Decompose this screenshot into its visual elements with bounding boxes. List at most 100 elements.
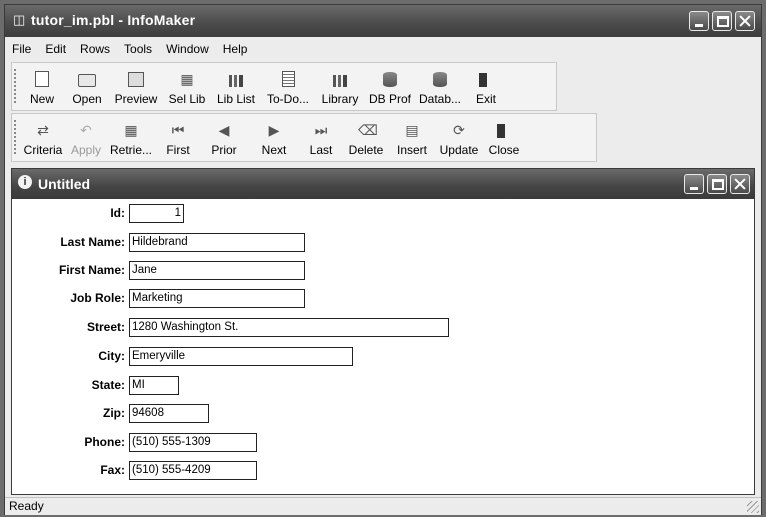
phone-field[interactable]: (510) 555-1309: [129, 432, 257, 452]
street-row: Street: 1280 Washington St.: [12, 316, 449, 338]
menu-window[interactable]: Window: [159, 38, 216, 60]
last-record-icon: ⏭: [314, 122, 328, 138]
info-icon[interactable]: i: [18, 175, 32, 189]
apply-button[interactable]: ↶ Apply: [67, 114, 105, 161]
library-list-icon: [229, 75, 243, 87]
new-button[interactable]: New: [19, 63, 65, 110]
title-bar[interactable]: ◫ tutor_im.pbl - InfoMaker: [5, 5, 761, 37]
first-name-row: First Name: Jane: [12, 259, 305, 281]
last-name-row: Last Name: Hildebrand: [12, 231, 305, 253]
apply-icon: ↶: [80, 122, 92, 138]
city-label: City:: [98, 349, 125, 363]
id-row: Id: 1: [12, 202, 184, 224]
last-button[interactable]: ⏭ Last: [299, 114, 343, 161]
database-icon: [433, 72, 447, 87]
document-close-button[interactable]: [730, 174, 750, 194]
zip-field[interactable]: 94608: [129, 403, 209, 423]
select-library-icon: ▦: [180, 71, 194, 87]
status-bar: Ready: [5, 497, 761, 515]
phone-label: Phone:: [84, 435, 125, 449]
city-field[interactable]: Emeryville: [129, 346, 353, 366]
fax-field[interactable]: (510) 555-4209: [129, 460, 257, 480]
document-title: Untitled: [38, 176, 91, 192]
next-button[interactable]: ▶ Next: [249, 114, 299, 161]
document-maximize-button[interactable]: [707, 174, 727, 194]
first-name-label: First Name:: [58, 263, 125, 277]
maximize-button[interactable]: [712, 11, 732, 31]
todo-list-icon: [281, 71, 295, 87]
lib-list-button[interactable]: Lib List: [211, 63, 261, 110]
insert-icon: ▤: [405, 122, 419, 138]
menu-bar: File Edit Rows Tools Window Help: [5, 38, 761, 60]
first-name-field[interactable]: Jane: [129, 260, 305, 280]
menu-edit[interactable]: Edit: [38, 38, 73, 60]
window-title: tutor_im.pbl - InfoMaker: [31, 12, 196, 28]
close-icon: [497, 124, 505, 138]
prior-button[interactable]: ◀ Prior: [199, 114, 249, 161]
city-row: City: Emeryville: [12, 345, 353, 367]
menu-file[interactable]: File: [5, 38, 38, 60]
document-window: i Untitled Id: 1 Last Name: Hildebrand F…: [11, 168, 755, 495]
first-button[interactable]: ⏮ First: [157, 114, 199, 161]
close-window-button[interactable]: [735, 11, 755, 31]
open-folder-icon: [78, 74, 96, 87]
library-icon: [333, 75, 347, 87]
document-title-bar[interactable]: i Untitled: [12, 169, 754, 199]
delete-icon: ⌫: [358, 122, 378, 138]
main-toolbar: New Open Preview ▦ Sel Lib Lib List To-Do…: [11, 62, 557, 111]
fax-label: Fax:: [100, 463, 125, 477]
record-toolbar: ⇄ Criteria ↶ Apply ▦ Retrie... ⏮ First ◀ Prio…: [11, 113, 597, 162]
database-button[interactable]: Datab...: [415, 63, 465, 110]
toolbar-grip[interactable]: [12, 114, 19, 161]
sel-lib-button[interactable]: ▦ Sel Lib: [163, 63, 211, 110]
document-minimize-button[interactable]: [684, 174, 704, 194]
criteria-icon: ⇄: [37, 122, 49, 138]
state-label: State:: [91, 378, 125, 392]
status-text: Ready: [9, 499, 44, 513]
menu-rows[interactable]: Rows: [73, 38, 117, 60]
close-button[interactable]: Close: [483, 114, 525, 161]
menu-help[interactable]: Help: [216, 38, 255, 60]
exit-icon: [479, 73, 487, 87]
exit-button[interactable]: Exit: [465, 63, 507, 110]
prior-record-icon: ◀: [218, 122, 230, 138]
zip-label: Zip:: [103, 406, 125, 420]
job-role-field[interactable]: Marketing: [129, 288, 305, 308]
new-icon: [35, 71, 49, 87]
app-window: ◫ tutor_im.pbl - InfoMaker File Edit Row…: [4, 4, 762, 515]
infomaker-app-icon[interactable]: ◫: [13, 13, 27, 27]
open-button[interactable]: Open: [65, 63, 109, 110]
phone-row: Phone: (510) 555-1309: [12, 431, 257, 453]
preview-icon: [128, 72, 144, 87]
street-field[interactable]: 1280 Washington St.: [129, 317, 449, 337]
todo-button[interactable]: To-Do...: [261, 63, 315, 110]
state-field[interactable]: MI: [129, 375, 179, 395]
job-role-row: Job Role: Marketing: [12, 287, 305, 309]
zip-row: Zip: 94608: [12, 402, 209, 424]
db-prof-button[interactable]: DB Prof: [365, 63, 415, 110]
freeform-datawindow: Id: 1 Last Name: Hildebrand First Name: …: [12, 199, 754, 494]
db-profile-icon: [383, 72, 397, 87]
minimize-button[interactable]: [689, 11, 709, 31]
retrieve-icon: ▦: [124, 122, 138, 138]
fax-row: Fax: (510) 555-4209: [12, 459, 257, 481]
job-role-label: Job Role:: [70, 291, 125, 305]
id-field[interactable]: 1: [129, 203, 184, 223]
id-label: Id:: [110, 206, 125, 220]
criteria-button[interactable]: ⇄ Criteria: [19, 114, 67, 161]
resize-grip-icon[interactable]: [747, 501, 759, 513]
last-name-label: Last Name:: [60, 235, 125, 249]
library-button[interactable]: Library: [315, 63, 365, 110]
insert-button[interactable]: ▤ Insert: [389, 114, 435, 161]
update-icon: ⟳: [453, 122, 465, 138]
state-row: State: MI: [12, 374, 179, 396]
first-record-icon: ⏮: [171, 122, 185, 138]
menu-tools[interactable]: Tools: [117, 38, 159, 60]
last-name-field[interactable]: Hildebrand: [129, 232, 305, 252]
update-button[interactable]: ⟳ Update: [435, 114, 483, 161]
retrieve-button[interactable]: ▦ Retrie...: [105, 114, 157, 161]
delete-button[interactable]: ⌫ Delete: [343, 114, 389, 161]
next-record-icon: ▶: [268, 122, 280, 138]
preview-button[interactable]: Preview: [109, 63, 163, 110]
toolbar-grip[interactable]: [12, 63, 19, 110]
